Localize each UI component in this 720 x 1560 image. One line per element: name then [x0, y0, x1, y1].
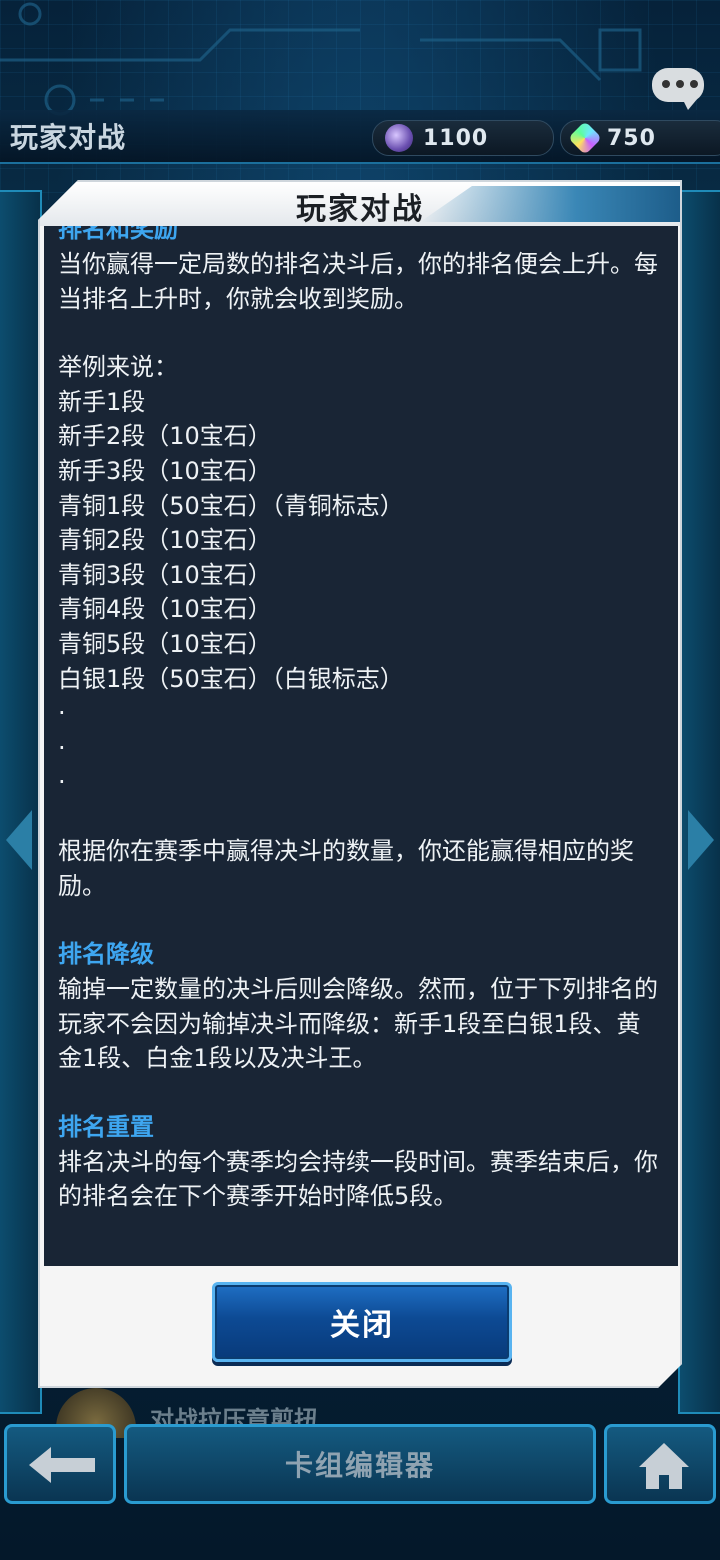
left-panel-edge: [0, 190, 42, 1414]
info-dialog: 玩家对战 排名和奖励 当你赢得一定局数的排名决斗后，你的排名便会上升。每当排名上…: [38, 180, 682, 1388]
section-heading-rank-rewards: 排名和奖励: [58, 226, 178, 243]
section-heading-rank-demotion: 排名降级: [58, 940, 154, 969]
home-icon: [639, 1443, 689, 1489]
gem-currency: 750: [560, 120, 720, 156]
home-button[interactable]: [604, 1424, 716, 1504]
close-button[interactable]: 关闭: [212, 1282, 512, 1362]
dialog-header: 玩家对战: [40, 182, 680, 226]
gem-icon: [568, 121, 602, 155]
next-arrow-icon[interactable]: [688, 810, 714, 870]
previous-arrow-icon[interactable]: [6, 810, 32, 870]
orb-icon: [385, 124, 413, 152]
orb-currency: 1100: [372, 120, 554, 156]
dialog-title: 玩家对战: [296, 192, 424, 227]
right-panel-edge: [678, 190, 720, 1414]
circuit-decoration: [0, 2, 642, 116]
section-heading-rank-reset: 排名重置: [58, 1112, 154, 1141]
orb-count: 1100: [423, 125, 489, 151]
back-button[interactable]: [4, 1424, 116, 1504]
deck-editor-button[interactable]: 卡组编辑器: [124, 1424, 596, 1504]
back-arrow-icon: [29, 1447, 95, 1483]
chat-icon[interactable]: [652, 68, 704, 110]
paragraph: 根据你在赛季中赢得决斗的数量，你还能赢得相应的奖励。: [58, 836, 634, 900]
dialog-scroll-content[interactable]: 排名和奖励 当你赢得一定局数的排名决斗后，你的排名便会上升。每当排名上升时，你就…: [44, 226, 678, 1266]
paragraph: 输掉一定数量的决斗后则会降级。然而，位于下列排名的玩家不会因为输掉决斗而降级：新…: [58, 975, 658, 1073]
rank-example-list: 举例来说： 新手1段 新手2段（10宝石） 新手3段（10宝石） 青铜1段（50…: [58, 353, 404, 797]
close-button-label: 关闭: [330, 1308, 394, 1343]
paragraph: 排名决斗的每个赛季均会持续一段时间。赛季结束后，你的排名会在下个赛季开始时降低5…: [58, 1147, 658, 1211]
gem-count: 750: [607, 125, 656, 151]
screen-title: 玩家对战: [10, 121, 127, 154]
paragraph: 当你赢得一定局数的排名决斗后，你的排名便会上升。每当排名上升时，你就会收到奖励。: [58, 250, 658, 313]
deck-editor-label: 卡组编辑器: [284, 1449, 435, 1482]
